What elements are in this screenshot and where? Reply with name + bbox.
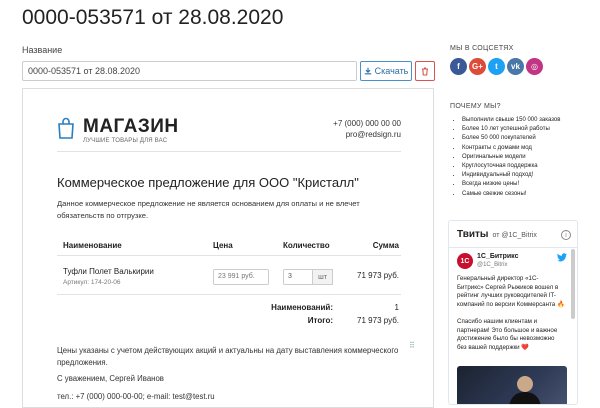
list-item: Оригинальные модели <box>462 153 560 162</box>
col-header-sum: Сумма <box>372 241 399 250</box>
shop-logo: МАГАЗИН ЛУЧШИЕ ТОВАРЫ ДЛЯ ВАС <box>57 117 179 144</box>
regards-text: С уважением, Сергей Иванов <box>57 374 164 383</box>
list-item: Круглосуточная поддержка <box>462 162 560 171</box>
facebook-icon[interactable]: f <box>450 58 467 75</box>
table-header-divider <box>57 255 401 256</box>
item-sku: Артикул: 174-20-06 <box>63 279 121 286</box>
twitter-divider <box>449 247 577 248</box>
quantity-unit: шт <box>313 269 333 285</box>
why-us-title: ПОЧЕМУ МЫ? <box>450 103 501 110</box>
company-contacts: +7 (000) 000 00 00 pro@redsign.ru <box>333 118 401 140</box>
items-count-value: 1 <box>394 303 399 312</box>
name-input[interactable] <box>22 61 357 81</box>
list-item: Контракты с домами мод <box>462 144 560 153</box>
download-label: Скачать <box>374 66 409 76</box>
table-row-divider <box>57 294 401 295</box>
brand-name: МАГАЗИН <box>83 116 179 137</box>
twitter-icon[interactable]: t <box>488 58 505 75</box>
social-links: f G+ t vk ◎ <box>450 58 543 75</box>
why-us-list: Выполнили свыше 150 000 заказовБолее 10 … <box>460 116 560 199</box>
download-button[interactable]: Скачать <box>360 61 412 81</box>
item-sum: 71 973 руб. <box>357 271 399 280</box>
tweet-handle[interactable]: @1C_Bitrix <box>477 262 507 268</box>
tweet-image[interactable] <box>457 366 567 404</box>
tweet-text: Генеральный директор «1С-Битрикс» Сергей… <box>457 275 565 351</box>
price-input[interactable]: 23 991 руб. <box>213 269 269 285</box>
avatar[interactable]: 1С <box>457 253 473 269</box>
contact-line: тел.: +7 (000) 000-00-00; e-mail: test@t… <box>57 392 215 401</box>
quantity-input[interactable]: 3 <box>283 269 313 285</box>
info-icon[interactable]: i <box>561 230 571 240</box>
shopping-bag-icon <box>58 117 74 139</box>
download-icon <box>364 67 371 75</box>
delete-button[interactable] <box>415 61 435 81</box>
trash-icon <box>422 66 428 76</box>
social-title: МЫ В СОЦСЕТЯХ <box>450 45 514 52</box>
twitter-widget-header: Твиты от @1C_Bitrix <box>457 229 537 240</box>
total-value: 71 973 руб. <box>357 316 399 325</box>
list-item: Самые свежие сезоны! <box>462 190 560 199</box>
list-item: Более 10 лет успешной работы <box>462 125 560 134</box>
twitter-widget: Твиты от @1C_Bitrix i 1С 1С_Битрикс @1C_… <box>448 220 578 405</box>
col-header-price: Цена <box>213 241 233 250</box>
prices-note: Цены указаны с учетом действующих акций … <box>57 346 399 367</box>
list-item: Индивидуальный подход! <box>462 171 560 180</box>
drag-handle-icon[interactable]: ⠿ <box>409 341 415 350</box>
list-item: Более 50 000 покупателей <box>462 134 560 143</box>
twitter-bird-icon[interactable] <box>557 253 567 262</box>
list-item: Всегда низкие цены! <box>462 180 560 189</box>
vk-icon[interactable]: vk <box>507 58 524 75</box>
twitter-widget-title: Твиты <box>457 229 489 240</box>
brand-tagline: ЛУЧШИЕ ТОВАРЫ ДЛЯ ВАС <box>83 138 168 144</box>
page-title: 0000-053571 от 28.08.2020 <box>22 6 284 29</box>
offer-document: МАГАЗИН ЛУЧШИЕ ТОВАРЫ ДЛЯ ВАС +7 (000) 0… <box>22 88 434 408</box>
col-header-name: Наименование <box>63 241 122 250</box>
col-header-qty: Количество <box>283 241 330 250</box>
twitter-widget-by[interactable]: от @1C_Bitrix <box>492 232 536 239</box>
google-plus-icon[interactable]: G+ <box>469 58 486 75</box>
total-label: Итого: <box>307 316 333 325</box>
offer-note: Данное коммерческое предложение не являе… <box>57 199 360 220</box>
header-divider <box>57 151 401 152</box>
offer-title: Коммерческое предложение для ООО "Криста… <box>57 175 359 190</box>
items-count-label: Наименований: <box>271 303 333 312</box>
tweet-author[interactable]: 1С_Битрикс <box>477 253 519 260</box>
company-phone: +7 (000) 000 00 00 <box>333 119 401 128</box>
name-label: Название <box>22 45 63 55</box>
twitter-scrollbar[interactable] <box>571 249 575 319</box>
item-name: Туфли Полет Валькирии <box>63 267 154 276</box>
list-item: Выполнили свыше 150 000 заказов <box>462 116 560 125</box>
company-email: pro@redsign.ru <box>345 130 401 139</box>
instagram-icon[interactable]: ◎ <box>526 58 543 75</box>
